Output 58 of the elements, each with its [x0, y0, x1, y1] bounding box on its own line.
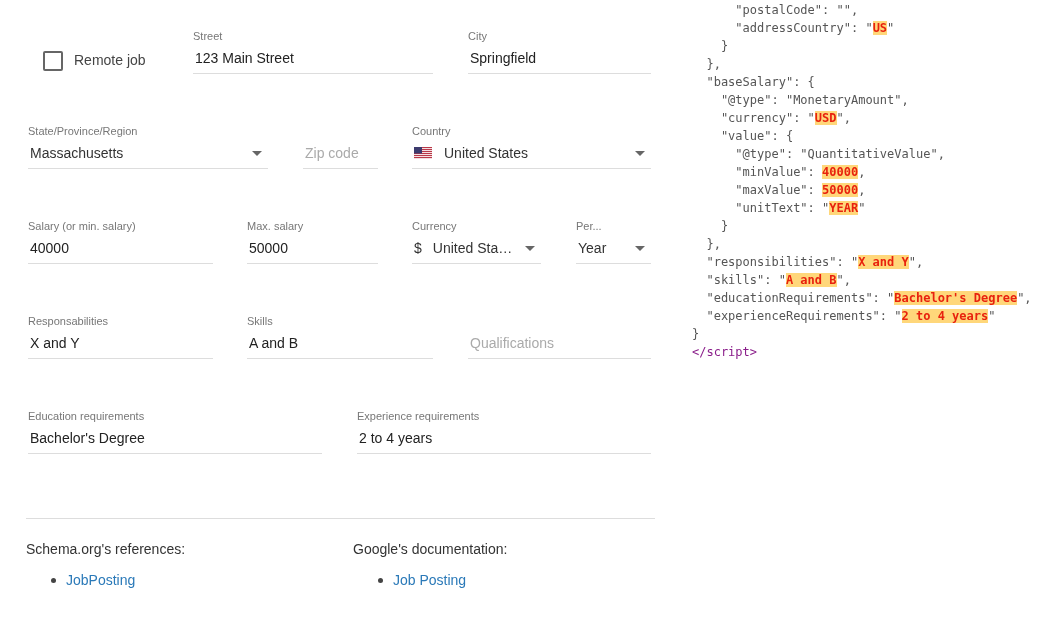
bullet-icon: [378, 578, 383, 583]
code-line: "skills": "A and B",: [705, 272, 851, 289]
input-field[interactable]: 50000: [247, 233, 378, 264]
input-field[interactable]: Zip code: [303, 138, 378, 169]
code-line: "@type": "MonetaryAmount",: [719, 92, 909, 109]
reference-link[interactable]: Job Posting: [393, 570, 467, 591]
code-line: "@type": "QuantitativeValue",: [734, 146, 945, 163]
checkbox-label: Remote job: [74, 51, 146, 70]
field-label: Responsabilities: [28, 315, 110, 327]
code-line: }: [719, 38, 729, 55]
code-line: "minValue": 40000,: [734, 164, 866, 181]
code-line: "postalCode": "",: [734, 2, 859, 19]
caret-icon: [252, 150, 262, 156]
code-line: "addressCountry": "US": [734, 20, 895, 37]
field-label: Currency: [412, 220, 458, 232]
checkbox[interactable]: [43, 50, 63, 71]
field-label: Experience requirements: [357, 410, 481, 422]
field-label: Street: [193, 30, 224, 42]
code-line: "maxValue": 50000,: [734, 182, 866, 199]
code-line: }: [719, 218, 729, 235]
section-heading: Schema.org's references:: [26, 540, 187, 558]
section-heading: Google's documentation:: [353, 540, 509, 558]
dropdown[interactable]: Year: [576, 233, 651, 264]
field-label: Per...: [576, 220, 603, 232]
input-field[interactable]: Qualifications: [468, 328, 651, 359]
reference-link[interactable]: JobPosting: [66, 570, 136, 591]
dropdown[interactable]: $ United Sta…: [412, 233, 541, 264]
caret-icon: [635, 245, 645, 251]
caret-icon: [525, 245, 535, 251]
input-field[interactable]: Bachelor's Degree: [28, 423, 322, 454]
input-field[interactable]: A and B: [247, 328, 433, 359]
input-field[interactable]: 40000: [28, 233, 213, 264]
code-line: },: [705, 236, 721, 253]
code-line: </script>: [692, 344, 758, 361]
field-label: Salary (or min. salary): [28, 220, 137, 232]
code-line: "experienceRequirements": "2 to 4 years": [705, 308, 996, 325]
input-field[interactable]: 123 Main Street: [193, 43, 433, 74]
field-label: City: [468, 30, 488, 42]
code-line: "currency": "USD",: [719, 110, 851, 127]
code-line: "educationRequirements": "Bachelor's Degree",: [705, 290, 1032, 307]
flag-icon: [414, 147, 432, 159]
dropdown[interactable]: Massachusetts: [28, 138, 268, 169]
field-label: Max. salary: [247, 220, 305, 232]
field-label: Country: [412, 125, 452, 137]
input-field[interactable]: 2 to 4 years: [357, 423, 651, 454]
input-field[interactable]: Springfield: [468, 43, 651, 74]
field-label: State/Province/Region: [28, 125, 139, 137]
code-line: "value": {: [719, 128, 794, 145]
input-field[interactable]: X and Y: [28, 328, 213, 359]
bullet-icon: [51, 578, 56, 583]
dropdown[interactable]: United States: [412, 138, 651, 169]
field-label: Skills: [247, 315, 274, 327]
caret-icon: [635, 150, 645, 156]
field-label: Education requirements: [28, 410, 146, 422]
code-line: }: [692, 326, 700, 343]
code-line: },: [705, 56, 721, 73]
code-line: "unitText": "YEAR": [734, 200, 866, 217]
code-line: "baseSalary": {: [705, 74, 815, 91]
